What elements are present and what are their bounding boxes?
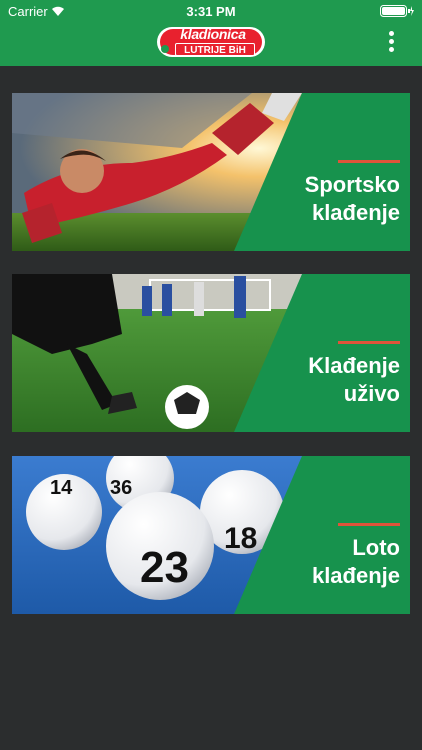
top-bar: Carrier 3:31 PM kladionica LUTRIJE BiH [0, 0, 422, 66]
status-bar: Carrier 3:31 PM [0, 0, 422, 22]
more-vertical-icon[interactable] [386, 31, 396, 55]
logo-subtext: LUTRIJE BiH [175, 43, 255, 56]
card-live-betting[interactable]: Klađenje uživo [12, 274, 410, 432]
card-title: Sportsko klađenje [304, 172, 400, 225]
card-sports-betting[interactable]: Sportsko klađenje [12, 93, 410, 251]
card-accent-line [338, 341, 400, 344]
logo-wordmark: kladionica [180, 26, 246, 42]
card-accent-line [338, 160, 400, 163]
card-accent-line [338, 523, 400, 526]
card-title: Loto klađenje [311, 535, 400, 588]
battery-icon [380, 5, 414, 17]
app-logo[interactable]: kladionica LUTRIJE BiH [155, 25, 267, 59]
status-time: 3:31 PM [186, 4, 236, 19]
card-title: Klađenje uživo [308, 353, 400, 406]
card-lotto-betting[interactable]: 14 36 23 18 Loto klađenje [12, 456, 410, 614]
